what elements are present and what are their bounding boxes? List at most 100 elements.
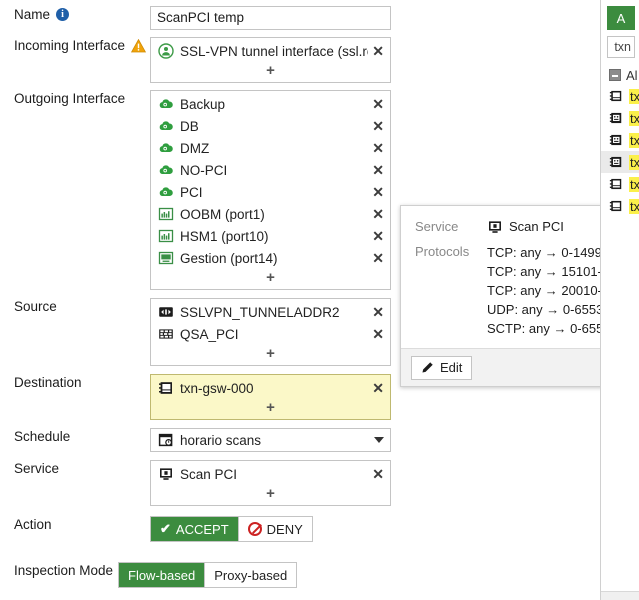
destination-label-text: Destination: [14, 375, 82, 390]
remove-icon[interactable]: ✕: [368, 141, 384, 155]
remove-icon[interactable]: ✕: [368, 185, 384, 199]
add-source-button[interactable]: +: [151, 345, 390, 365]
remove-icon[interactable]: ✕: [368, 327, 384, 341]
list-item[interactable]: tx: [601, 151, 639, 173]
field-row-schedule: Schedule horario scans: [0, 428, 600, 452]
service-monitor-icon: [158, 466, 174, 482]
list-item[interactable]: txn-gsw-000 ✕: [151, 377, 390, 399]
list-item-label: tx: [629, 132, 639, 148]
list-item[interactable]: DB ✕: [151, 115, 390, 137]
remove-icon[interactable]: ✕: [368, 381, 384, 395]
chevron-down-icon[interactable]: [374, 437, 384, 443]
address-object-icon: [609, 177, 623, 191]
remove-icon[interactable]: ✕: [368, 163, 384, 177]
popup-edit-button[interactable]: Edit: [411, 355, 473, 380]
remove-icon[interactable]: ✕: [368, 44, 384, 58]
destination-list[interactable]: txn-gsw-000 ✕ +: [150, 374, 391, 420]
action-accept-label: ACCEPT: [175, 521, 229, 537]
info-circle-icon[interactable]: i: [56, 8, 70, 21]
inspection-mode-toggle-group: Flow-based Proxy-based: [118, 562, 298, 588]
zone-cloud-icon: [158, 140, 174, 156]
add-destination-button[interactable]: +: [151, 399, 390, 419]
field-row-inspection-mode: Inspection Mode Flow-based Proxy-based: [0, 562, 600, 588]
label-service: Service: [0, 460, 150, 477]
list-item[interactable]: tx: [601, 173, 639, 195]
list-item[interactable]: HSM1 (port10) ✕: [151, 225, 390, 247]
field-row-incoming-interface: Incoming Interface SSL-VPN tunnel interf…: [0, 37, 600, 83]
field-row-name: Name i ScanPCI temp: [0, 6, 600, 30]
list-item[interactable]: SSLVPN_TUNNELADDR2 ✕: [151, 301, 390, 323]
list-item[interactable]: SSL-VPN tunnel interface (ssl.roo ✕: [151, 40, 390, 62]
list-item[interactable]: Scan PCI ✕: [151, 463, 390, 485]
collapse-icon[interactable]: [609, 69, 621, 81]
field-row-service: Service Scan PCI ✕ +: [0, 460, 600, 506]
remove-icon[interactable]: ✕: [368, 97, 384, 111]
sidebar-search-input[interactable]: txn: [607, 36, 635, 58]
list-item-label: SSLVPN_TUNNELADDR2: [180, 304, 340, 320]
popup-protocols-label: Protocols: [415, 244, 470, 259]
zone-cloud-icon: [158, 184, 174, 200]
add-outgoing-interface-button[interactable]: +: [151, 269, 390, 289]
schedule-value: horario scans: [180, 432, 262, 448]
address-object-icon: [609, 111, 623, 125]
remove-icon[interactable]: ✕: [368, 251, 384, 265]
list-item-label: Scan PCI: [180, 466, 238, 482]
label-action: Action: [0, 516, 150, 533]
sidebar-horizontal-scrollbar[interactable]: [601, 591, 639, 600]
list-item[interactable]: tx: [601, 129, 639, 151]
list-item-label: DB: [180, 118, 199, 134]
inspection-mode-flow-button[interactable]: Flow-based: [119, 563, 206, 587]
list-item[interactable]: Gestion (port14) ✕: [151, 247, 390, 269]
label-inspection-mode: Inspection Mode: [0, 562, 118, 579]
service-list[interactable]: Scan PCI ✕ +: [150, 460, 391, 506]
list-item[interactable]: Backup ✕: [151, 93, 390, 115]
sidebar-tree-root[interactable]: Al: [601, 65, 639, 85]
remove-icon[interactable]: ✕: [368, 467, 384, 481]
action-label-text: Action: [14, 517, 52, 532]
action-deny-button[interactable]: DENY: [239, 517, 312, 541]
add-service-button[interactable]: +: [151, 485, 390, 505]
list-item[interactable]: QSA_PCI ✕: [151, 323, 390, 345]
list-item-label: Backup: [180, 96, 226, 112]
remove-icon[interactable]: ✕: [368, 207, 384, 221]
list-item-label: tx: [629, 176, 639, 192]
address-object-icon: [158, 380, 174, 396]
address-object-icon: [609, 133, 623, 147]
list-item-label: QSA_PCI: [180, 326, 239, 342]
schedule-label-text: Schedule: [14, 429, 71, 444]
list-item-label: tx: [629, 88, 639, 104]
remove-icon[interactable]: ✕: [368, 305, 384, 319]
label-destination: Destination: [0, 374, 150, 391]
list-item[interactable]: NO-PCI ✕: [151, 159, 390, 181]
list-item[interactable]: OOBM (port1) ✕: [151, 203, 390, 225]
incoming-interface-label-text: Incoming Interface: [14, 38, 126, 53]
action-deny-label: DENY: [266, 521, 303, 537]
add-object-button[interactable]: A: [607, 6, 635, 30]
name-input[interactable]: ScanPCI temp: [150, 6, 391, 30]
add-incoming-interface-button[interactable]: +: [151, 62, 390, 82]
incoming-interface-list[interactable]: SSL-VPN tunnel interface (ssl.roo ✕ +: [150, 37, 391, 83]
remove-icon[interactable]: ✕: [368, 229, 384, 243]
firewall-address-icon: [158, 326, 174, 342]
label-outgoing-interface: Outgoing Interface: [0, 90, 150, 107]
source-list[interactable]: SSLVPN_TUNNELADDR2 ✕ QSA_PCI ✕ +: [150, 298, 391, 366]
zone-cloud-icon: [158, 96, 174, 112]
list-item[interactable]: PCI ✕: [151, 181, 390, 203]
list-item[interactable]: tx: [601, 195, 639, 217]
list-item-label: PCI: [180, 184, 203, 200]
list-item-label: txn-gsw-000: [180, 380, 254, 396]
address-object-icon: [609, 199, 623, 213]
address-object-icon: [609, 89, 623, 103]
list-item[interactable]: tx: [601, 107, 639, 129]
sslvpn-tunnel-icon: [158, 43, 174, 59]
outgoing-interface-list[interactable]: Backup ✕ DB ✕ DMZ ✕ NO-PCI ✕ PCI ✕ OOBM …: [150, 90, 391, 290]
list-item[interactable]: DMZ ✕: [151, 137, 390, 159]
inspection-mode-proxy-button[interactable]: Proxy-based: [205, 563, 296, 587]
sidebar-tree-root-label: Al: [626, 67, 638, 83]
schedule-select[interactable]: horario scans: [150, 428, 391, 452]
action-accept-button[interactable]: ✔ ACCEPT: [151, 517, 239, 541]
list-item-label: tx: [629, 198, 639, 214]
label-name: Name i: [0, 6, 150, 23]
list-item[interactable]: tx: [601, 85, 639, 107]
remove-icon[interactable]: ✕: [368, 119, 384, 133]
